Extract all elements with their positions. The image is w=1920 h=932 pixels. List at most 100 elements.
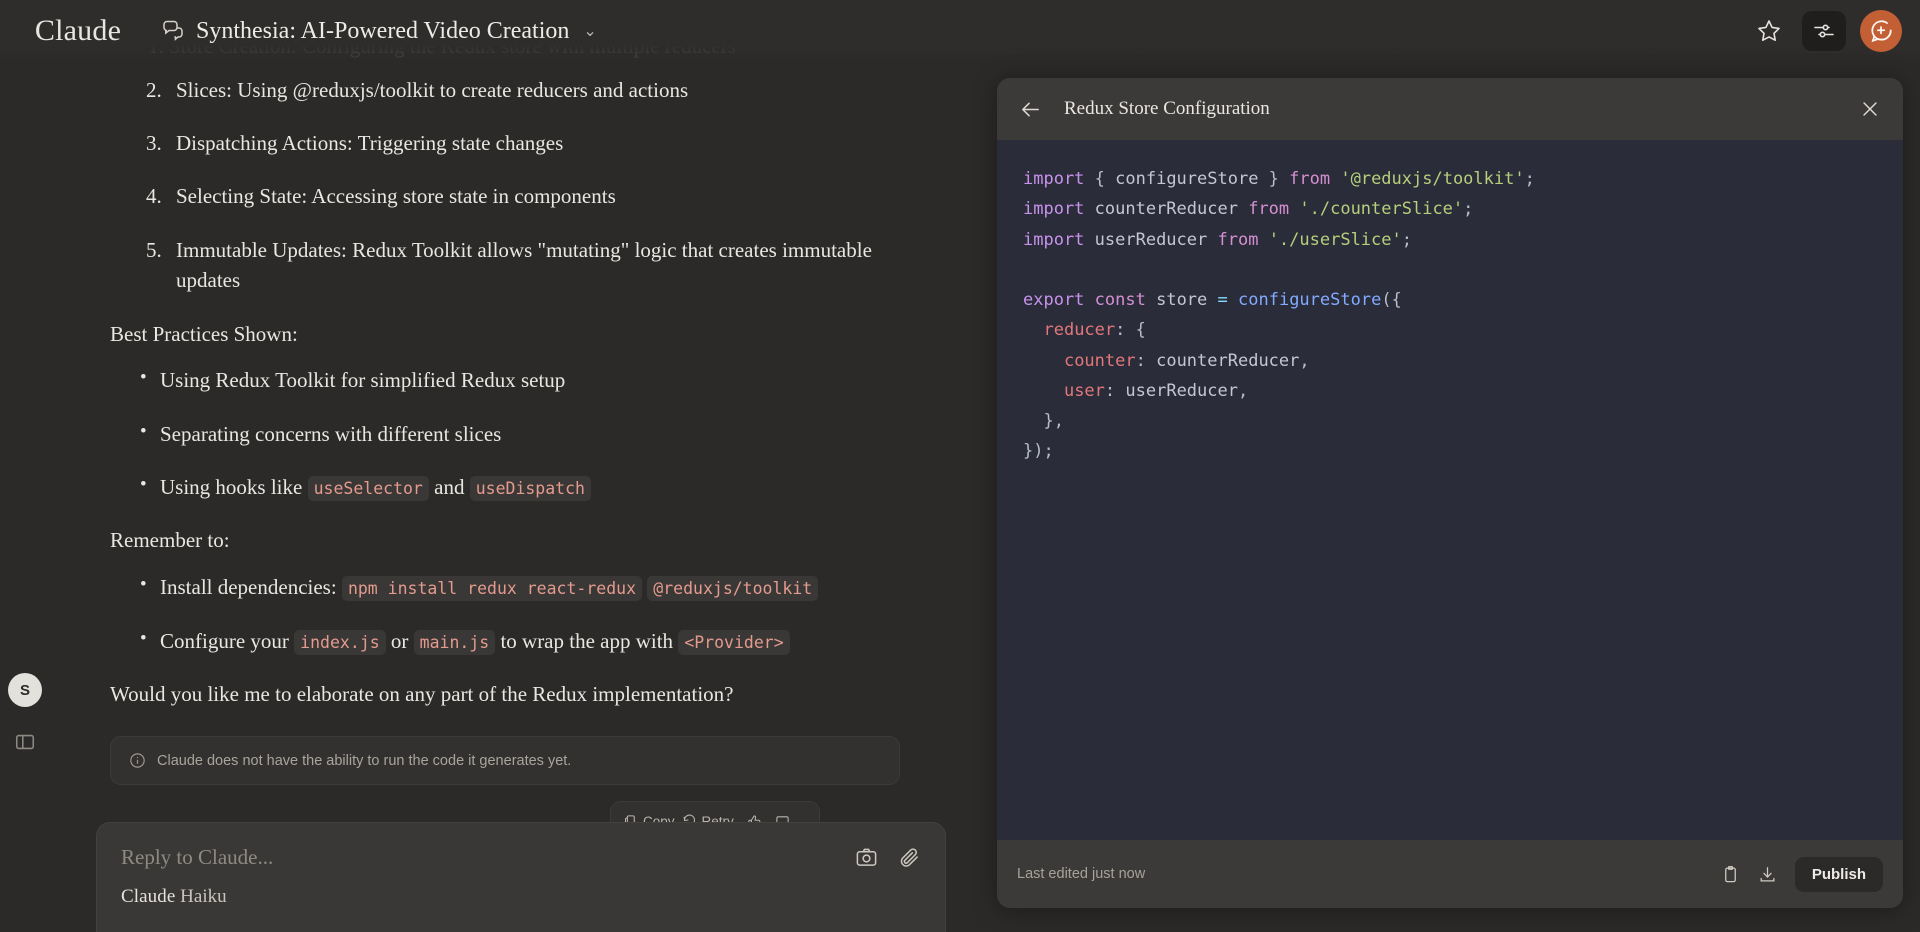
list-text: Using Redux Toolkit for simplified Redux…: [160, 368, 566, 393]
code-token: export: [1023, 290, 1085, 310]
code-token: =: [1217, 290, 1228, 310]
best-practices-list: Using Redux Toolkit for simplified Redux…: [114, 363, 940, 505]
camera-icon: [855, 846, 878, 869]
code-token: userReducer: [1084, 229, 1218, 250]
code-token: const: [1094, 290, 1146, 310]
list-item: 5. Immutable Updates: Redux Toolkit allo…: [114, 235, 940, 296]
code-token: '@reduxjs/toolkit': [1340, 169, 1525, 189]
artifact-copy-button[interactable]: [1721, 865, 1740, 884]
model-variant: Haiku: [180, 886, 227, 907]
code-line: });: [1023, 436, 1877, 466]
artifact-footer: Last edited just now Publish: [997, 840, 1903, 908]
chat-bubbles-icon: [161, 20, 185, 42]
user-avatar[interactable]: S: [8, 673, 42, 707]
code-token: reducer: [1043, 320, 1116, 341]
list-item: 2. Slices: Using @reduxjs/toolkit to cre…: [114, 75, 940, 105]
code-token: user: [1063, 380, 1105, 401]
claude-logo: Claude: [34, 14, 122, 47]
list-text: Install dependencies:: [160, 574, 342, 599]
arrow-left-icon: [1019, 98, 1042, 121]
code-line: import counterReducer from './counterSli…: [1023, 194, 1877, 224]
camera-button[interactable]: [855, 846, 878, 869]
list-text: to wrap the app with: [495, 628, 679, 653]
code-line: reducer: {: [1023, 315, 1877, 345]
code-token: ;: [1524, 169, 1535, 189]
conversation-scroll-area[interactable]: 1. Store Creation: Configuring the Redux…: [110, 0, 940, 880]
code-line: },: [1023, 406, 1877, 436]
list-item: 4. Selecting State: Accessing store stat…: [114, 181, 940, 211]
list-text: Immutable Updates: Redux Toolkit allows …: [176, 237, 872, 293]
sidebar-toggle-icon: [14, 731, 36, 753]
star-button[interactable]: [1750, 12, 1788, 50]
code-line: import { configureStore } from '@reduxjs…: [1023, 164, 1877, 194]
list-text: Configure your: [160, 628, 295, 653]
model-selector[interactable]: Claude Haiku: [97, 870, 945, 908]
code-token: },: [1023, 411, 1064, 431]
inline-code: useDispatch: [469, 476, 591, 502]
composer-top-row: Reply to Claude...: [97, 823, 945, 870]
list-text: Selecting State: Accessing store state i…: [176, 184, 616, 209]
closing-question: Would you like me to elaborate on any pa…: [110, 681, 734, 706]
code-token: : {: [1115, 320, 1146, 341]
sidebar-toggle-button[interactable]: [10, 727, 40, 757]
list-number: 3.: [146, 130, 162, 155]
list-item: Using Redux Toolkit for simplified Redux…: [114, 363, 940, 398]
code-token: from: [1217, 229, 1259, 250]
code-token: import: [1023, 229, 1085, 250]
code-token: ,: [1237, 380, 1249, 401]
settings-button[interactable]: [1802, 11, 1846, 51]
message-composer[interactable]: Reply to Claude... Claude Haiku: [96, 822, 946, 932]
inline-code: main.js: [413, 629, 496, 655]
publish-button[interactable]: Publish: [1794, 856, 1883, 892]
chat-title-dropdown[interactable]: Synthesia: AI-Powered Video Creation ⌄: [155, 13, 607, 50]
info-icon: [129, 752, 146, 769]
code-line: user: userReducer,: [1023, 376, 1877, 406]
artifact-code-view[interactable]: import { configureStore } from '@reduxjs…: [997, 140, 1903, 840]
inline-code: index.js: [294, 629, 386, 655]
artifact-close-button[interactable]: [1859, 98, 1881, 120]
artifact-back-button[interactable]: [1019, 98, 1042, 121]
artifact-title: Redux Store Configuration: [1064, 98, 1270, 119]
list-text: or: [385, 628, 414, 653]
chat-title-text: Synthesia: AI-Powered Video Creation: [196, 17, 570, 44]
best-practices-heading: Best Practices Shown:: [110, 321, 298, 346]
list-number: 4.: [146, 184, 162, 209]
code-token: from: [1289, 169, 1331, 189]
inline-code: @reduxjs/toolkit: [647, 575, 819, 601]
inline-code: <Provider>: [678, 629, 790, 655]
list-text: Separating concerns with different slice…: [160, 421, 502, 446]
download-icon: [1758, 865, 1777, 884]
code-token: './counterSlice': [1299, 199, 1464, 220]
capability-notice: Claude does not have the ability to run …: [110, 736, 900, 786]
list-item: Using hooks like useSelector and useDisp…: [114, 470, 940, 505]
code-token: userReducer: [1125, 380, 1238, 401]
reply-input[interactable]: Reply to Claude...: [121, 845, 273, 870]
artifact-footer-actions: Publish: [1721, 856, 1883, 892]
code-token: ,: [1299, 350, 1310, 371]
code-token: from: [1248, 199, 1290, 220]
notice-text: Claude does not have the ability to run …: [157, 752, 572, 769]
code-token: configureStore: [1238, 290, 1382, 310]
list-item: 3. Dispatching Actions: Triggering state…: [114, 128, 940, 158]
list-item: Separating concerns with different slice…: [114, 417, 940, 452]
list-text: Slices: Using @reduxjs/toolkit to create…: [176, 77, 689, 102]
clipboard-icon: [1721, 865, 1740, 884]
attach-button[interactable]: [898, 846, 921, 869]
code-token: configureStore: [1115, 169, 1259, 189]
artifact-download-button[interactable]: [1758, 865, 1777, 884]
list-number: 5.: [146, 237, 162, 262]
new-chat-button[interactable]: [1860, 10, 1902, 52]
code-token: counterReducer: [1084, 199, 1249, 220]
list-text: Dispatching Actions: Triggering state ch…: [176, 130, 564, 155]
code-line: import userReducer from './userSlice';: [1023, 225, 1877, 255]
list-number: 2.: [146, 77, 162, 102]
inline-code: useSelector: [307, 476, 429, 502]
code-line: export const store = configureStore({: [1023, 285, 1877, 315]
numbered-list: 2. Slices: Using @reduxjs/toolkit to cre…: [114, 75, 940, 296]
